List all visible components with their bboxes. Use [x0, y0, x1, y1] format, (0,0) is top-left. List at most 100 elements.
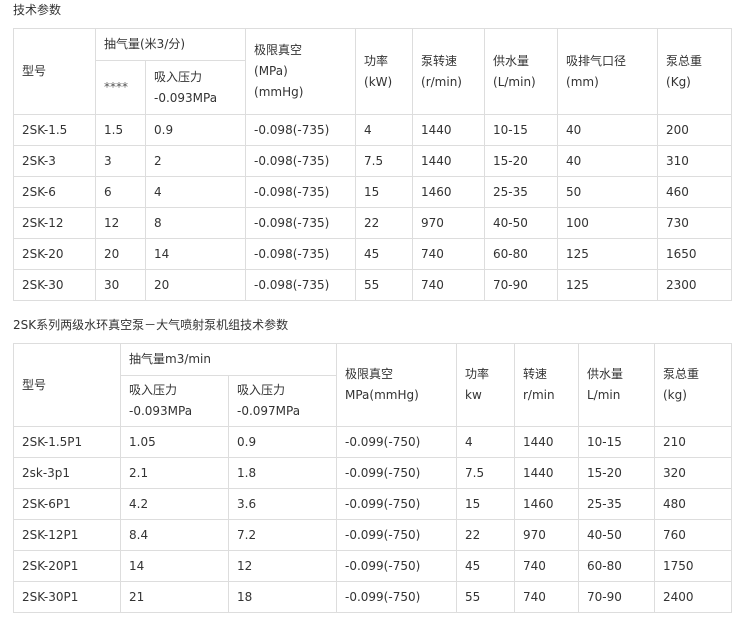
table2-vacuum-line1: 极限真空	[345, 367, 394, 381]
table-cell: 2SK-12	[13, 207, 96, 239]
table-cell: 55	[355, 269, 414, 301]
table-cell: 2SK-30	[13, 269, 96, 301]
table1-body: 2SK-1.5 1.5 0.9 -0.098(-735) 4 1440 10-15 40 200…	[13, 114, 733, 301]
table1-header-water: 供水量 (L/min)	[484, 28, 559, 115]
table-cell: 15	[456, 488, 515, 520]
table-cell: 2SK-12P1	[13, 519, 121, 551]
table2-header-row-1: 型号 抽气量m3/min 极限真空 MPa(mmHg) 功率 kw 转速 r/m…	[13, 343, 732, 427]
table-cell: 1750	[654, 550, 732, 582]
table-cell: 460	[657, 176, 733, 208]
table-cell: 310	[657, 145, 733, 177]
table-cell: 125	[557, 269, 659, 301]
table-row: 2SK-1.5 1.5 0.9 -0.098(-735) 4 1440 10-15 40 200	[13, 114, 733, 146]
table-cell: 2SK-6P1	[13, 488, 121, 520]
table-cell: 730	[657, 207, 733, 239]
table1-port-line2: (mm)	[566, 74, 599, 89]
table-cell: 10-15	[578, 426, 655, 458]
table2-header-sub-b: 吸入压力 -0.097MPa	[228, 375, 337, 427]
table-cell: 0.9	[228, 426, 337, 458]
table-cell: -0.099(-750)	[336, 457, 457, 489]
table1-port-line1: 吸排气口径	[566, 53, 627, 68]
table-cell: 10-15	[484, 114, 559, 146]
table1-header-row-1: 型号 抽气量(米3/分) 极限真空 (MPa) (mmHg) 功率 (kW) 泵…	[13, 28, 733, 115]
table-cell: 3.6	[228, 488, 337, 520]
table1-vacuum-line3: (mmHg)	[254, 85, 304, 99]
table-cell: 1460	[514, 488, 579, 520]
table-cell: 15-20	[578, 457, 655, 489]
table-cell: 60-80	[578, 550, 655, 582]
table-cell: -0.098(-735)	[245, 114, 357, 146]
table-cell: 21	[120, 581, 229, 613]
table-cell: 740	[514, 550, 579, 582]
table1-header-power: 功率 (kW)	[355, 28, 414, 115]
table-cell: -0.098(-735)	[245, 145, 357, 177]
table-cell: 40	[557, 145, 659, 177]
table-cell: -0.098(-735)	[245, 269, 357, 301]
table-cell: 20	[95, 238, 146, 270]
table-cell: 1440	[412, 145, 486, 177]
table-cell: 8	[144, 207, 247, 239]
table-cell: 7.2	[228, 519, 337, 551]
table-cell: 40	[557, 114, 659, 146]
table-cell: 22	[456, 519, 515, 551]
table-cell: 7.5	[355, 145, 414, 177]
table-cell: 4	[355, 114, 414, 146]
table-cell: 2	[144, 145, 247, 177]
section1-title: 技术参数	[13, 3, 62, 17]
table-cell: 2SK-6	[13, 176, 96, 208]
table-cell: 30	[95, 269, 146, 301]
table-cell: 22	[355, 207, 414, 239]
table-cell: -0.099(-750)	[336, 550, 457, 582]
table1-power-line1: 功率	[364, 53, 389, 68]
table2-header-speed: 转速 r/min	[514, 343, 579, 427]
table2-header-sub-a: 吸入压力 -0.093MPa	[120, 375, 229, 427]
table-cell: 2SK-3	[13, 145, 96, 177]
table1-sub-b-line1: 吸入压力	[154, 69, 203, 84]
table2-water-line2: L/min	[587, 388, 621, 402]
table1-speed-line2: (r/min)	[421, 74, 462, 89]
table-cell: 125	[557, 238, 659, 270]
table-cell: -0.098(-735)	[245, 207, 357, 239]
spec-table-1: 型号 抽气量(米3/分) 极限真空 (MPa) (mmHg) 功率 (kW) 泵…	[13, 28, 733, 301]
table-cell: -0.099(-750)	[336, 581, 457, 613]
table-cell: 50	[557, 176, 659, 208]
table-row: 2SK-6P1 4.2 3.6 -0.099(-750) 15 1460 25-35 480	[13, 488, 732, 520]
table2-header-weight: 泵总重 (kg)	[654, 343, 732, 427]
table2-power-line2: kw	[465, 388, 482, 402]
table-cell: 2SK-1.5P1	[13, 426, 121, 458]
table-row: 2SK-20 20 14 -0.098(-735) 45 740 60-80 125 1650	[13, 238, 733, 270]
table-cell: 1440	[514, 426, 579, 458]
table-cell: 4	[456, 426, 515, 458]
table-cell: 1440	[412, 114, 486, 146]
table-cell: 20	[144, 269, 247, 301]
table-cell: -0.099(-750)	[336, 488, 457, 520]
table-cell: 40-50	[578, 519, 655, 551]
table2-speed-line2: r/min	[523, 388, 555, 402]
table-cell: 15-20	[484, 145, 559, 177]
table-cell: 0.9	[144, 114, 247, 146]
table-cell: -0.098(-735)	[245, 176, 357, 208]
table-cell: 15	[355, 176, 414, 208]
table2-power-line1: 功率	[465, 367, 490, 381]
table-cell: 4.2	[120, 488, 229, 520]
table-cell: 2SK-1.5	[13, 114, 96, 146]
table1-header-vacuum: 极限真空 (MPa) (mmHg)	[245, 28, 357, 115]
table1-speed-line1: 泵转速	[421, 53, 458, 68]
table1-vacuum-line2: (MPa)	[254, 64, 288, 78]
table-cell: 70-90	[578, 581, 655, 613]
table2-header-suction: 抽气量m3/min	[120, 343, 337, 376]
table-cell: 970	[412, 207, 486, 239]
table-row: 2SK-12 12 8 -0.098(-735) 22 970 40-50 100 730	[13, 207, 733, 239]
table2-sub-a-line2: -0.093MPa	[129, 404, 193, 418]
table2-weight-line1: 泵总重	[663, 367, 700, 381]
table-cell: 2400	[654, 581, 732, 613]
table-row: 2SK-3 3 2 -0.098(-735) 7.5 1440 15-20 40 310	[13, 145, 733, 177]
table-cell: 2SK-20	[13, 238, 96, 270]
table-cell: 3	[95, 145, 146, 177]
table-cell: 7.5	[456, 457, 515, 489]
table1-header-sub-b: 吸入压力 -0.093MPa	[144, 60, 247, 115]
table-cell: 60-80	[484, 238, 559, 270]
table-cell: 970	[514, 519, 579, 551]
table-cell: -0.098(-735)	[245, 238, 357, 270]
table-cell: 2SK-30P1	[13, 581, 121, 613]
